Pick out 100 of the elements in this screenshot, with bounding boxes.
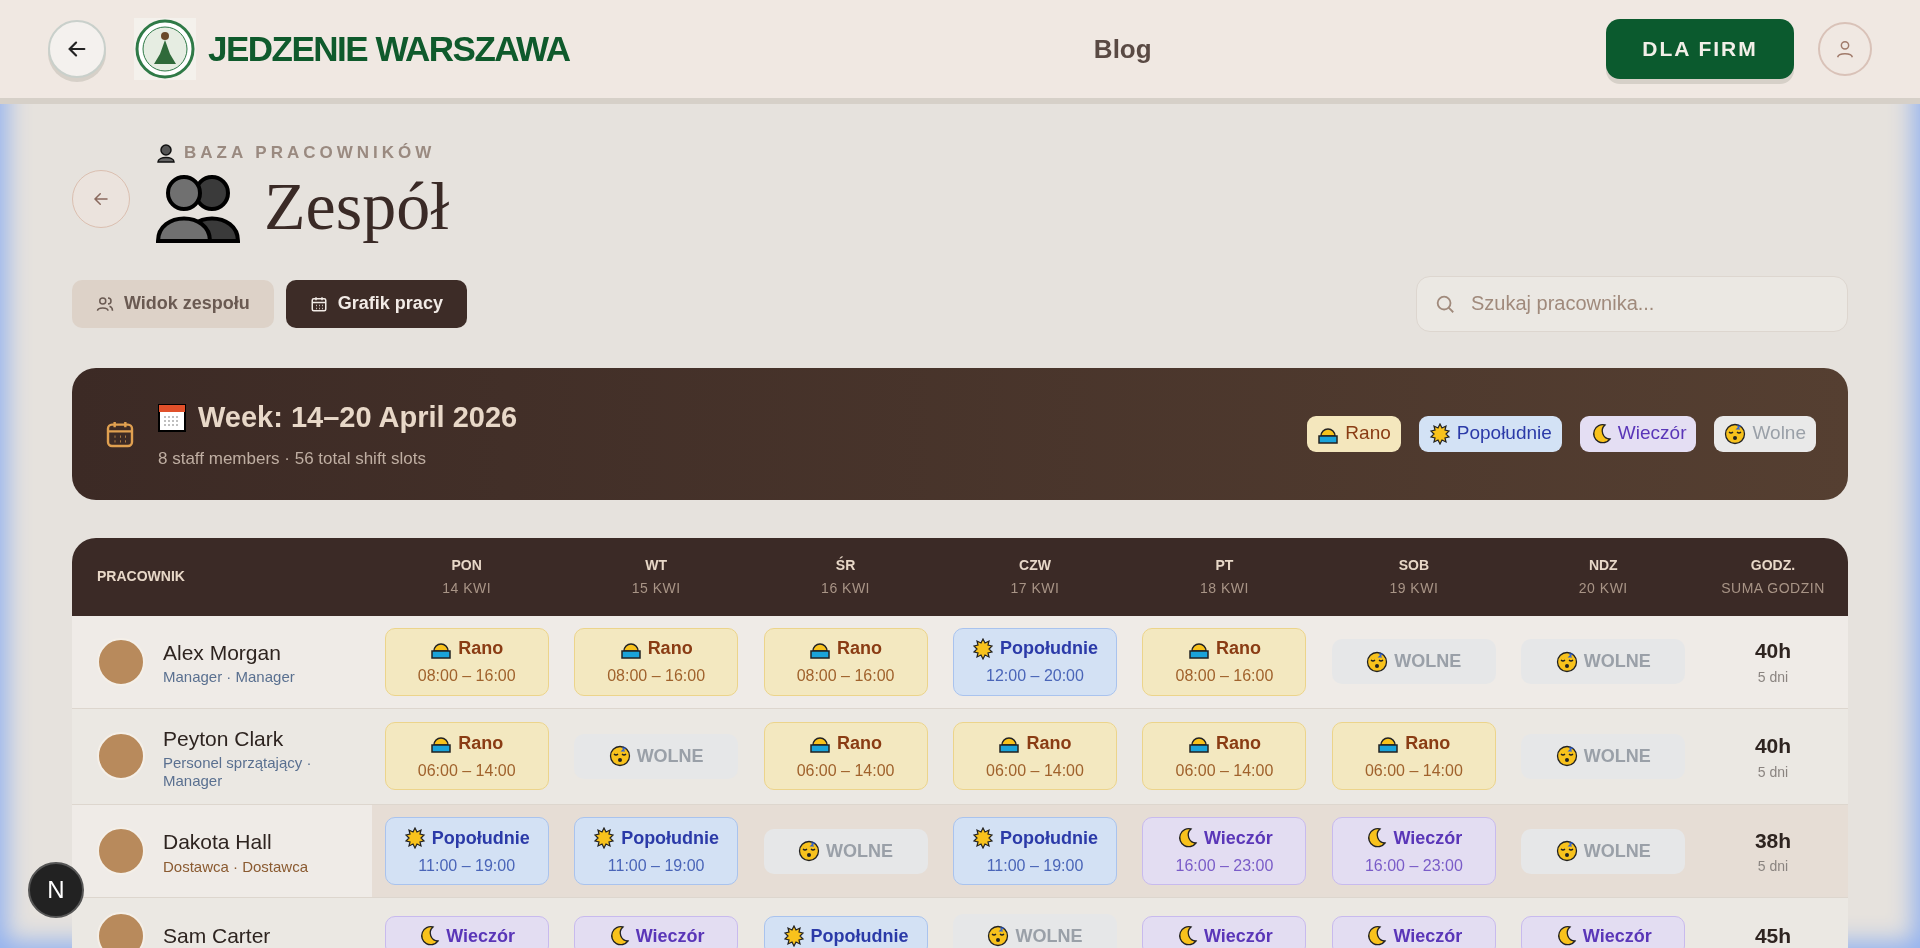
person-icon <box>156 142 176 163</box>
column-header: SOB <box>1398 555 1429 575</box>
section-eyebrow: BAZA PRACOWNIKÓW <box>184 142 436 164</box>
column-subheader: 15 KWI <box>631 578 681 598</box>
employee-role: Dostawca · Dostawca <box>163 857 310 876</box>
back-button[interactable] <box>48 20 106 78</box>
shift-card[interactable]: Rano 06:00 – 14:00 <box>953 722 1117 791</box>
column-subheader: 14 KWI <box>442 578 492 598</box>
table-row[interactable]: Sam Carter Wieczór Wieczór Popołudnie WOLNE Wieczór Wieczór Wieczór 45h <box>72 898 1848 948</box>
shift-time: 06:00 – 14:00 <box>796 760 895 781</box>
view-tab[interactable]: Widok zespołu <box>72 279 274 328</box>
shift-label: Rano <box>1215 637 1261 660</box>
crescent-moon-icon <box>1176 827 1198 849</box>
view-tab[interactable]: Grafik pracy <box>285 279 467 328</box>
table-row[interactable]: Alex Morgan Manager · Manager Rano 08:00 – 16:00 Rano 08:00 – 16:00 Rano 08:00 – 16:00 Popołudnie 12:00 – 20:00 Rano 08:00 – 16:00 WOLNE WOLNE 40h 5 dni <box>72 615 1848 709</box>
shift-card[interactable]: Rano 06:00 – 14:00 <box>1142 722 1307 791</box>
legend-chip: Rano <box>1307 415 1401 452</box>
shift-label: Wieczór <box>1204 826 1273 850</box>
shift-time: 06:00 – 14:00 <box>1175 760 1274 781</box>
brand-name[interactable]: JEDZENIE WARSZAWA <box>208 22 570 76</box>
dev-tools-button[interactable]: N <box>28 862 84 918</box>
logo-emblem-icon <box>134 18 196 80</box>
shift-label: WOLNE <box>1394 650 1462 673</box>
shift-card[interactable]: Wieczór <box>1142 916 1307 948</box>
shift-time: 06:00 – 14:00 <box>986 760 1084 781</box>
column-header: PON <box>451 555 482 575</box>
shift-card[interactable]: Rano 08:00 – 16:00 <box>1142 627 1307 696</box>
shift-card[interactable]: Popołudnie 11:00 – 19:00 <box>574 817 739 885</box>
shift-time: 16:00 – 23:00 <box>1175 855 1274 876</box>
shift-card[interactable]: Wieczór 16:00 – 23:00 <box>1142 817 1307 885</box>
sun-icon <box>1428 422 1451 445</box>
legend-chip: Wolne <box>1714 415 1816 452</box>
crescent-moon-icon <box>418 925 441 947</box>
shift-time: 12:00 – 20:00 <box>986 666 1084 686</box>
shift-label: Rano <box>837 731 883 755</box>
shift-card[interactable]: Popołudnie <box>763 916 928 948</box>
sun-icon <box>782 925 805 947</box>
shift-card[interactable]: Wieczór <box>1521 916 1686 948</box>
shift-card[interactable]: Rano 06:00 – 14:00 <box>1331 722 1496 791</box>
week-title: Week: 14–20 April 2026 <box>198 400 518 435</box>
avatar-placeholder <box>97 827 145 875</box>
shift-card[interactable]: Wieczór <box>384 916 549 948</box>
sleeping-face-icon <box>987 925 1010 947</box>
shift-label: Popołudnie <box>621 826 720 850</box>
total-hours: 38h <box>1754 827 1792 854</box>
sleeping-face-icon <box>1366 650 1389 673</box>
page-title: Zespół <box>264 166 450 246</box>
sleeping-face-icon <box>1555 745 1578 768</box>
sleeping-face-icon <box>798 840 821 862</box>
shift-label: Rano <box>837 637 883 660</box>
column-header: NDZ <box>1588 555 1618 575</box>
column-subheader: 17 KWI <box>1010 578 1060 598</box>
shift-label: Wieczór <box>1204 924 1273 948</box>
employee-role: Personel sprzątający · Manager <box>163 754 313 790</box>
shift-card[interactable]: Wieczór 16:00 – 23:00 <box>1331 817 1496 885</box>
shift-time: 06:00 – 14:00 <box>417 760 516 781</box>
shift-label: Rano <box>1026 731 1072 755</box>
shift-card[interactable]: Popołudnie 12:00 – 20:00 <box>953 627 1117 696</box>
shift-label: Wieczór <box>1393 826 1463 850</box>
column-header: ŚR <box>835 555 856 575</box>
shift-time: 08:00 – 16:00 <box>417 666 516 686</box>
employee-name: Sam Carter <box>163 923 271 948</box>
calendar-icon <box>309 294 328 313</box>
shift-card[interactable]: Rano 08:00 – 16:00 <box>574 627 739 696</box>
account-button[interactable] <box>1818 22 1872 76</box>
column-subheader: 20 KWI <box>1578 578 1628 598</box>
legend-chip: Popołudnie <box>1418 415 1562 452</box>
column-subheader: 16 KWI <box>821 578 870 598</box>
column-header: PRACOWNIK <box>96 567 186 586</box>
shift-card[interactable]: Popołudnie 11:00 – 19:00 <box>384 817 549 885</box>
shift-label: Rano <box>1405 731 1451 755</box>
shift-time: 08:00 – 16:00 <box>607 666 706 686</box>
column-header: CZW <box>1019 555 1051 575</box>
shift-time: 08:00 – 16:00 <box>1175 666 1274 686</box>
shift-card[interactable]: Rano 08:00 – 16:00 <box>384 627 549 696</box>
search-field[interactable]: Szukaj pracownika... <box>1416 275 1848 332</box>
sun-icon <box>593 827 616 849</box>
week-summary: 8 staff members · 56 total shift slots <box>158 447 427 470</box>
shift-label: Wieczór <box>1393 924 1463 948</box>
sun-icon <box>972 827 994 849</box>
column-subheader: 19 KWI <box>1389 578 1439 598</box>
shift-card[interactable]: Popołudnie 11:00 – 19:00 <box>953 817 1117 885</box>
shift-card[interactable]: Rano 06:00 – 14:00 <box>384 722 549 791</box>
shift-time: 06:00 – 14:00 <box>1364 760 1463 781</box>
shift-label: WOLNE <box>636 744 704 768</box>
blog-link[interactable]: Blog <box>1093 29 1152 69</box>
column-subheader: SUMA GODZIN <box>1721 578 1825 598</box>
shift-label: Wieczór <box>446 924 516 948</box>
shift-card[interactable]: Rano 08:00 – 16:00 <box>763 627 928 696</box>
shift-card[interactable]: Wieczór <box>1331 916 1496 948</box>
shift-label: Wieczór <box>635 924 705 948</box>
shift-time: 08:00 – 16:00 <box>796 666 895 686</box>
legend-chip: Wieczór <box>1579 415 1697 452</box>
table-row[interactable]: Dakota Hall Dostawca · Dostawca Popołudnie 11:00 – 19:00 Popołudnie 11:00 – 19:00 WOLNE Popołudnie 11:00 – 19:00 Wieczór 16:00 – 23:00 Wieczór 16:00 – 23:00 WOLNE 38h 5 dni <box>72 805 1848 898</box>
table-row[interactable]: Peyton Clark Personel sprzątający · Manager Rano 06:00 – 14:00 WOLNE Rano 06:00 – 14:00 Rano 06:00 – 14:00 Rano 06:00 – 14:00 Rano 06:00 – 14:00 WOLNE 40h 5 dni <box>72 708 1848 805</box>
sleeping-face-icon <box>1555 650 1578 673</box>
shift-card[interactable]: Wieczór <box>574 916 739 948</box>
shift-card[interactable]: Rano 06:00 – 14:00 <box>763 722 928 791</box>
users-icon <box>96 294 114 313</box>
avatar-placeholder <box>97 912 145 948</box>
